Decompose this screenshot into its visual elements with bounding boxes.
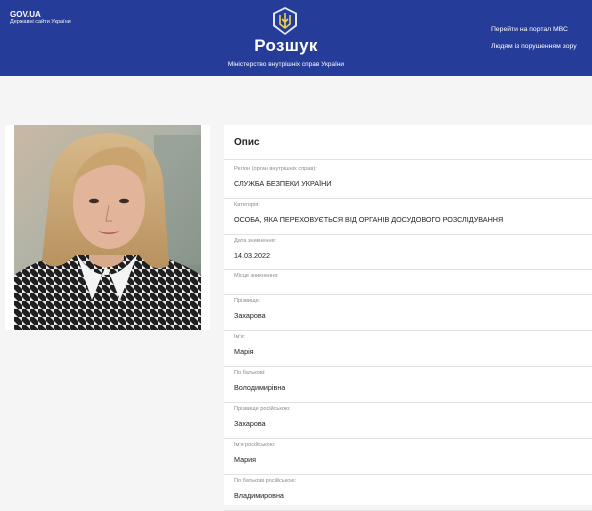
field-label: Прізвище: <box>234 298 261 304</box>
field-value: Мария <box>234 455 256 464</box>
field-label: Прізвище російською: <box>234 406 291 412</box>
field-label: Ім'я російською: <box>234 442 276 448</box>
field-value: ОСОБА, ЯКА ПЕРЕХОВУЄТЬСЯ ВІД ОРГАНІВ ДОС… <box>234 215 504 224</box>
field-label: Місце зникнення: <box>234 273 279 279</box>
field-label: Дата зникнення: <box>234 238 277 244</box>
field-label: Регіон (орган внутрішніх справ): <box>234 166 317 172</box>
field-value: 14.03.2022 <box>234 251 270 260</box>
field-value: СЛУЖБА БЕЗПЕКИ УКРАЇНИ <box>234 179 332 188</box>
person-photo-image <box>14 125 201 330</box>
field-label: По батькові російською: <box>234 478 297 484</box>
divider <box>224 474 592 475</box>
description-title: Опис <box>234 137 260 148</box>
divider <box>224 438 592 439</box>
person-photo-card <box>5 125 210 330</box>
divider <box>224 294 592 295</box>
divider <box>224 234 592 235</box>
site-title: Розшук <box>254 36 318 55</box>
field-label: По батькові: <box>234 370 266 376</box>
gov-ua-logo-subtitle: Державні сайти України <box>10 19 71 25</box>
person-photo[interactable] <box>14 125 201 330</box>
field-label: Ім'я: <box>234 334 246 340</box>
divider <box>224 269 592 270</box>
accessibility-link[interactable]: Людям із порушенням зору <box>491 43 577 50</box>
divider <box>224 198 592 199</box>
divider <box>224 366 592 367</box>
field-value: Владимировна <box>234 491 284 500</box>
gov-ua-logo-link[interactable]: GOV.UA Державні сайти України <box>10 10 71 26</box>
trident-icon <box>273 7 297 35</box>
divider <box>224 330 592 331</box>
field-value: Захарова <box>234 311 266 320</box>
field-label: Категорія: <box>234 202 260 208</box>
field-value: Марія <box>234 347 254 356</box>
field-value: Володимирівна <box>234 383 286 392</box>
mvs-portal-link[interactable]: Перейти на портал МВС <box>491 26 568 33</box>
description-card: Опис Регіон (орган внутрішніх справ): СЛУ… <box>224 125 592 511</box>
field-value: Захарова <box>234 419 266 428</box>
gov-ua-logo-name: GOV.UA <box>10 10 41 19</box>
site-subtitle: Міністерство внутрішніх справ України <box>227 61 345 68</box>
site-header: GOV.UA Державні сайти України Розшук Мін… <box>0 0 592 76</box>
divider <box>224 159 592 160</box>
divider <box>224 402 592 403</box>
